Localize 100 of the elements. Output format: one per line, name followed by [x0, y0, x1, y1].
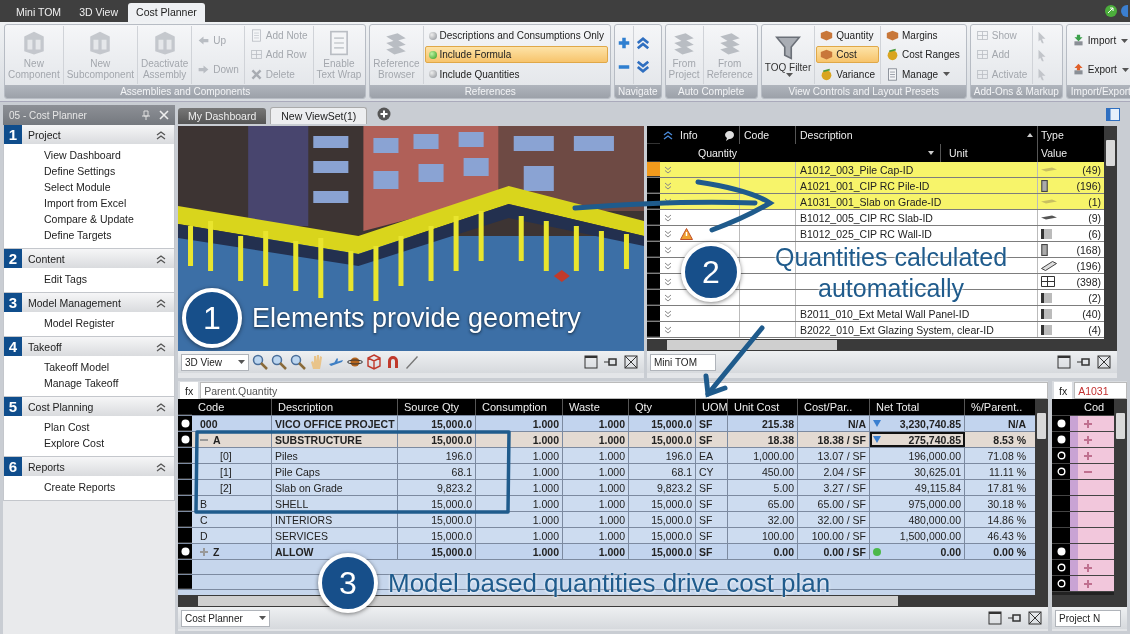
ribbon-button[interactable]: Import [1067, 32, 1130, 49]
plus-icon[interactable] [1084, 435, 1092, 444]
section-header[interactable]: 5 Cost Planning [4, 397, 174, 416]
ribbon-button[interactable]: Export [1067, 61, 1130, 78]
table-row[interactable]: [0] Piles 196.0 1.000 1.000 196.0 EA 1,000.00 13.07 / SF 196,000.00 71.08 % [178, 448, 1035, 464]
table-row[interactable] [1052, 512, 1114, 528]
double-chevron-down-icon[interactable] [664, 229, 672, 238]
ribbon-toggle[interactable]: Variance [816, 65, 879, 83]
magnifier-icon[interactable] [271, 354, 288, 370]
column-header[interactable]: Source Qty [398, 399, 476, 415]
column-header[interactable]: Type [1038, 126, 1104, 144]
ribbon-toggle[interactable]: Cost [816, 46, 879, 64]
pin-icon[interactable] [1077, 355, 1091, 369]
maximize-icon[interactable] [988, 611, 1002, 625]
column-header[interactable]: UOM [696, 399, 728, 415]
maximize-icon[interactable] [1057, 355, 1071, 369]
view-select[interactable]: Mini TOM [650, 353, 716, 371]
radio-option[interactable]: Include Formula [424, 46, 609, 64]
sidebar-link[interactable]: Define Settings [44, 164, 174, 178]
double-chevron-down-icon[interactable] [664, 165, 672, 174]
app-tab[interactable]: Cost Planner [128, 3, 205, 22]
section-header[interactable]: 6 Reports [4, 457, 174, 476]
table-row[interactable] [1052, 480, 1114, 496]
highlighted-row[interactable]: A1021_001_CIP RC Pile-ID (196) [647, 178, 1104, 194]
table-row[interactable]: A SUBSTRUCTURE 15,000.0 1.000 1.000 15,000.0 SF 18.38 18.38 / SF 275,740.85 8.53 % [178, 432, 1035, 448]
plus-icon[interactable] [1084, 579, 1092, 588]
ribbon-button[interactable]: Margins [882, 27, 964, 45]
radio-option[interactable]: Descriptions and Consumptions Only [424, 27, 609, 45]
row-selector[interactable] [178, 432, 192, 447]
close-icon[interactable] [624, 355, 638, 369]
column-header[interactable]: Cost/Par.. [798, 399, 870, 415]
sidebar-link[interactable]: Select Module [44, 180, 174, 194]
section-header[interactable]: 3 Model Management [4, 293, 174, 312]
table-row[interactable]: [2] Slab on Grade 9,823.2 1.000 1.000 9,823.2 SF 5.00 3.27 / SF 49,115.84 17.81 % [178, 480, 1035, 496]
horizontal-scrollbar[interactable] [178, 595, 1048, 607]
pin-icon[interactable] [1008, 611, 1022, 625]
pen-icon[interactable] [404, 354, 421, 370]
plus-icon[interactable] [1084, 419, 1092, 428]
double-chevron-down-icon[interactable] [664, 245, 672, 254]
column-header[interactable]: Unit Cost [728, 399, 798, 415]
globe-icon[interactable] [1104, 4, 1118, 18]
add-tab-icon[interactable] [377, 107, 392, 121]
sidebar-link[interactable]: Compare & Update [44, 212, 174, 226]
magnifier-icon[interactable] [290, 354, 307, 370]
double-chevron-down-icon[interactable] [664, 261, 672, 270]
app-tab[interactable]: Mini TOM [8, 3, 70, 22]
double-chevron-up-icon[interactable] [663, 130, 673, 140]
section-header[interactable]: 1 Project [4, 125, 174, 144]
close-icon[interactable] [1028, 611, 1042, 625]
ribbon-toggle[interactable]: Quantity [816, 27, 879, 45]
column-header[interactable]: Waste [563, 399, 629, 415]
pin-icon[interactable] [604, 355, 618, 369]
sidebar-link[interactable]: Plan Cost [44, 420, 174, 434]
view-select[interactable]: 3D View [181, 353, 250, 371]
view-select[interactable]: Cost Planner [181, 609, 270, 627]
icon-button[interactable] [635, 34, 652, 51]
plus-icon[interactable] [200, 547, 208, 556]
sidebar-link[interactable]: Manage Takeoff [44, 376, 174, 390]
sidebar-link[interactable]: Explore Cost [44, 436, 174, 450]
horizontal-scrollbar[interactable] [1052, 595, 1127, 607]
row-selector[interactable] [178, 544, 192, 559]
cube-icon[interactable] [366, 354, 383, 370]
table-row[interactable] [1052, 432, 1114, 448]
sidebar-link[interactable]: View Dashboard [44, 148, 174, 162]
column-header[interactable]: Value [1038, 144, 1104, 162]
table-row[interactable] [1052, 576, 1114, 592]
table-row[interactable] [1052, 544, 1114, 560]
vertical-scrollbar[interactable] [1114, 399, 1127, 595]
double-chevron-down-icon[interactable] [664, 293, 672, 302]
vertical-scrollbar[interactable] [1104, 126, 1117, 339]
double-chevron-down-icon[interactable] [664, 325, 672, 334]
double-chevron-down-icon[interactable] [664, 277, 672, 286]
sidebar-link[interactable]: Edit Tags [44, 272, 174, 286]
view-select[interactable]: Project N [1055, 609, 1121, 627]
section-header[interactable]: 2 Content [4, 249, 174, 268]
sidebar-link[interactable]: Model Register [44, 316, 174, 330]
column-header[interactable]: Description [800, 129, 853, 141]
table-row[interactable] [1052, 464, 1114, 480]
table-row[interactable] [1052, 560, 1114, 576]
table-row[interactable]: 000 VICO OFFICE PROJECT 15,000.0 1.000 1.000 15,000.0 SF 215.38 N/A 3,230,740.85 N/A [178, 416, 1035, 432]
sidebar-link[interactable]: Takeoff Model [44, 360, 174, 374]
table-row[interactable]: B SHELL 15,000.0 1.000 1.000 15,000.0 SF 65.00 65.00 / SF 975,000.00 30.18 % [178, 496, 1035, 512]
maximize-icon[interactable] [584, 355, 598, 369]
ribbon-button[interactable]: Manage [882, 65, 964, 83]
sidebar-link[interactable]: Define Targets [44, 228, 174, 242]
column-header[interactable]: Info [680, 129, 698, 141]
plus-icon[interactable] [1084, 563, 1092, 572]
plus-icon[interactable] [1084, 451, 1092, 460]
layout-icon[interactable] [1106, 108, 1120, 121]
app-tab[interactable]: 3D View [71, 3, 127, 22]
table-row[interactable] [1052, 528, 1114, 544]
column-header[interactable]: Consumption [476, 399, 563, 415]
formula-field[interactable]: A1031 [1074, 382, 1127, 399]
table-row[interactable]: D SERVICES 15,000.0 1.000 1.000 15,000.0 SF 100.00 100.00 / SF 1,500,000.00 46.43 % [178, 528, 1035, 544]
vertical-scrollbar[interactable] [1035, 399, 1048, 595]
view-tab[interactable]: New ViewSet(1) [270, 107, 368, 124]
table-row[interactable] [1052, 448, 1114, 464]
column-header[interactable]: Quantity [698, 147, 738, 159]
view-tab[interactable]: My Dashboard [178, 108, 267, 124]
table-row[interactable] [1052, 496, 1114, 512]
